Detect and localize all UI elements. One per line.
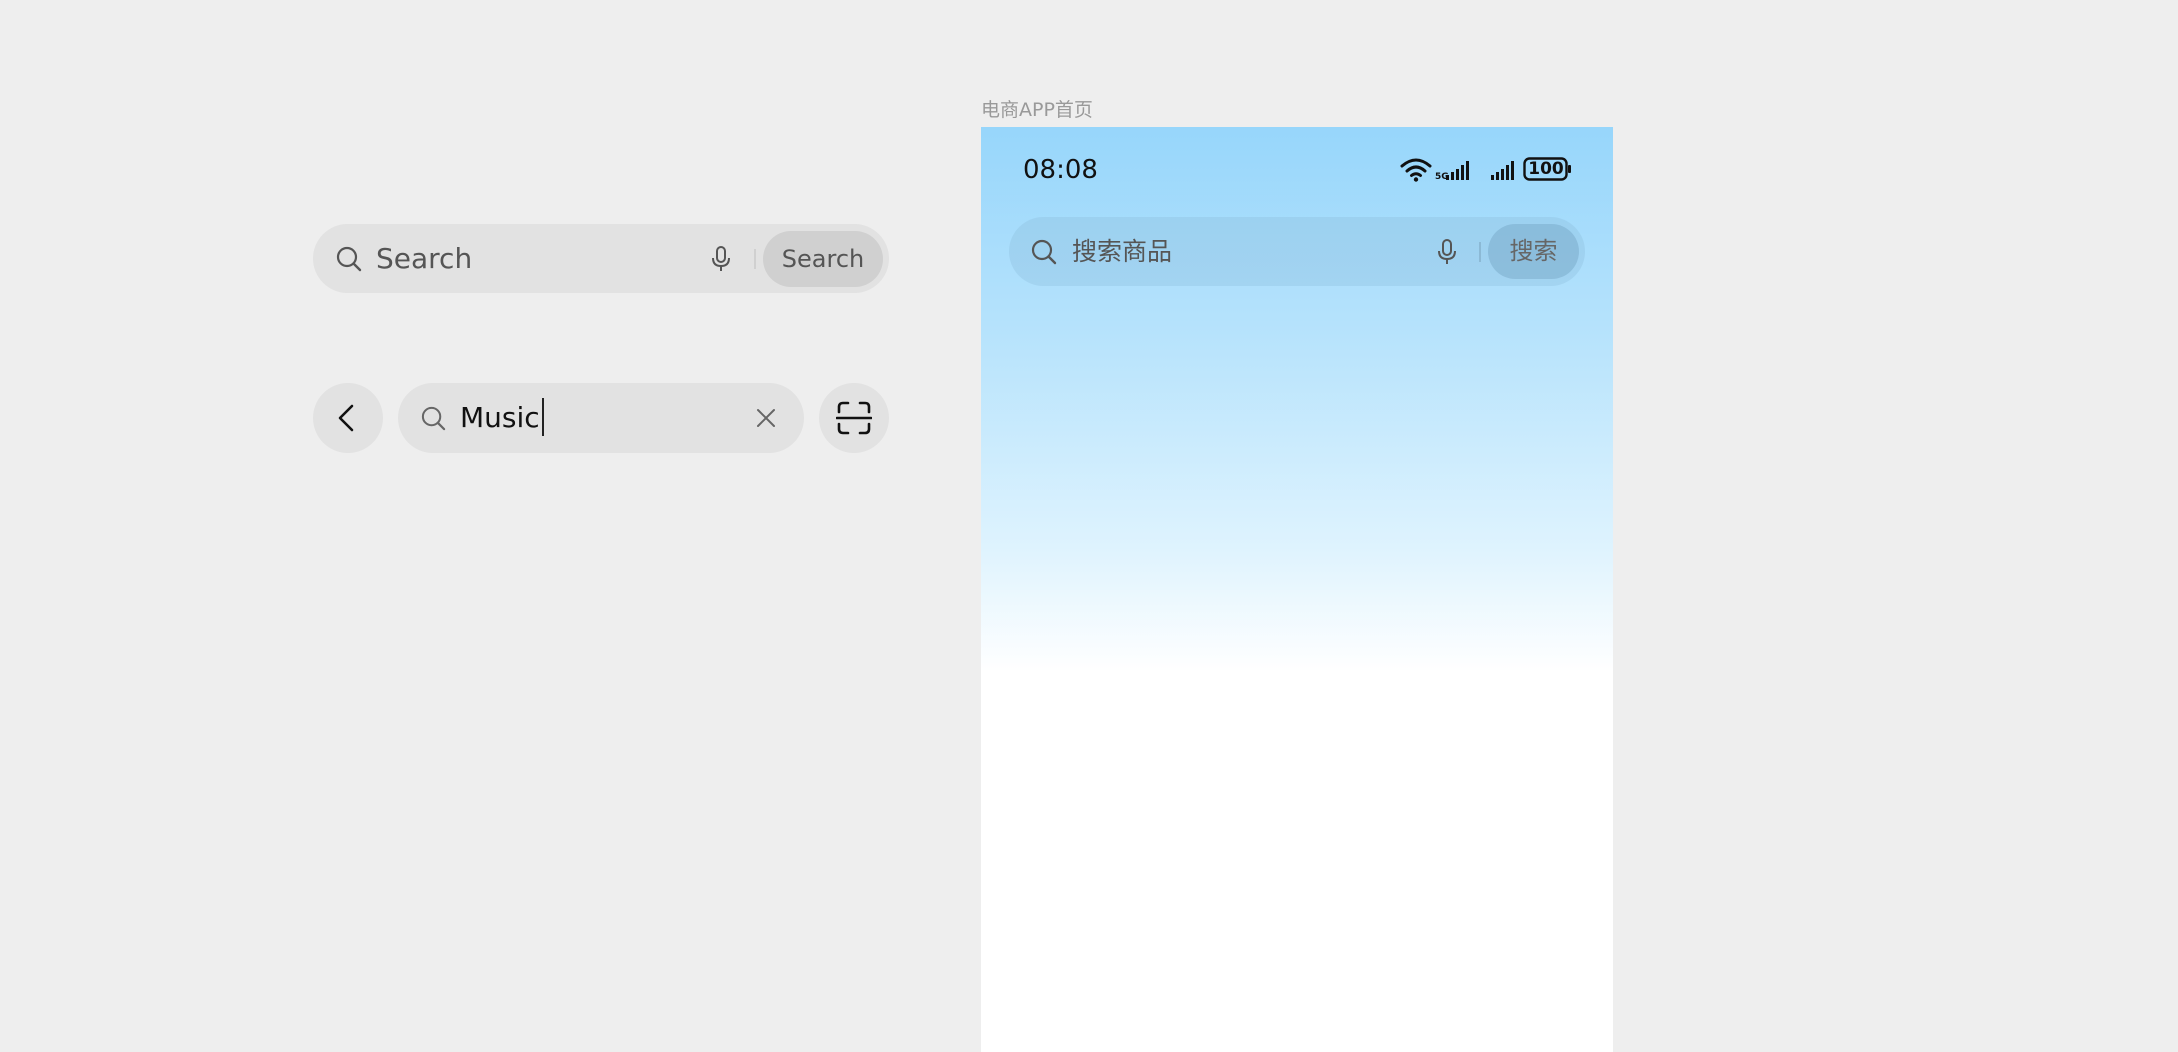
product-search-bar[interactable]: 搜索商品 搜索: [1009, 217, 1585, 286]
search-icon: [336, 246, 362, 272]
mic-icon[interactable]: [707, 244, 735, 274]
search-icon: [421, 406, 446, 431]
search-placeholder: 搜索商品: [1072, 237, 1173, 266]
search-icon: [1031, 239, 1057, 265]
search-button[interactable]: 搜索: [1488, 224, 1579, 279]
signal-5g-icon: 5G: [1435, 161, 1469, 182]
search-input-text: Music: [460, 401, 540, 434]
search-placeholder: Search: [376, 242, 473, 275]
back-button[interactable]: [313, 383, 383, 453]
text-cursor: [541, 398, 544, 436]
mic-icon[interactable]: [1433, 237, 1461, 267]
scan-icon: [836, 401, 872, 435]
search-input[interactable]: Music: [398, 383, 804, 453]
search-button[interactable]: Search: [763, 231, 883, 287]
search-input-value[interactable]: Music: [460, 383, 544, 453]
status-icons: 5G 100: [1399, 155, 1597, 183]
scan-button[interactable]: [819, 383, 889, 453]
divider: [754, 249, 756, 269]
battery-level: 100: [1528, 159, 1564, 179]
phone-frame: 08:08 5G 100 搜索商品 搜索: [981, 127, 1613, 1052]
frame-title: 电商APP首页: [981, 99, 1093, 121]
signal-icon: [1491, 161, 1514, 180]
back-chevron-icon: [338, 404, 354, 432]
divider: [1479, 242, 1481, 262]
clear-icon[interactable]: [754, 406, 778, 430]
wifi-icon: [1400, 158, 1432, 182]
status-time: 08:08: [1023, 155, 1098, 185]
search-bar[interactable]: Search Search: [313, 224, 889, 293]
